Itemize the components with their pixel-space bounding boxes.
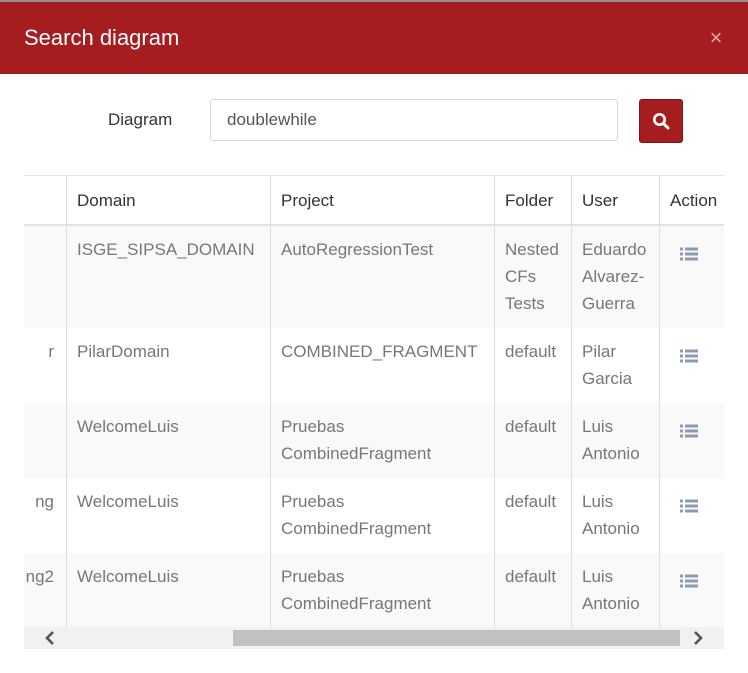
cell-user: Luis Antonio (571, 553, 660, 628)
scrollbar-thumb[interactable] (233, 630, 680, 646)
cell-project: AutoRegressionTest (270, 225, 495, 328)
cell-project: COMBINED_FRAGMENT (270, 328, 495, 403)
cell-domain: WelcomeLuis (66, 553, 271, 628)
column-header-project[interactable]: Project (270, 176, 495, 226)
column-header-user[interactable]: User (571, 176, 660, 226)
cell-domain: PilarDomain (66, 328, 271, 403)
list-icon[interactable] (679, 420, 699, 447)
cell-user: Luis Antonio (571, 478, 660, 553)
modal-header: Search diagram × (0, 2, 748, 74)
search-button[interactable] (639, 99, 683, 143)
cell-action (659, 478, 724, 553)
table-row: r PilarDomain COMBINED_FRAGMENT default … (24, 328, 724, 403)
cell-folder: default (494, 553, 572, 628)
cell-name: ng2 (24, 553, 67, 628)
column-header-domain[interactable]: Domain (66, 176, 271, 226)
cell-project: Pruebas CombinedFragment (270, 478, 495, 553)
list-icon[interactable] (679, 243, 699, 270)
table-row: WelcomeLuis Pruebas CombinedFragment def… (24, 403, 724, 478)
cell-domain: WelcomeLuis (66, 478, 271, 553)
cell-folder: default (494, 403, 572, 478)
cell-domain: ISGE_SIPSA_DOMAIN (66, 225, 271, 328)
cell-folder: Nested CFs Tests (494, 225, 572, 328)
column-header-folder[interactable]: Folder (494, 176, 572, 226)
cell-name (24, 403, 67, 478)
table-row: ISGE_SIPSA_DOMAIN AutoRegressionTest Nes… (24, 225, 724, 328)
cell-domain: WelcomeLuis (66, 403, 271, 478)
results-table-viewport[interactable]: Domain Project Folder User Action ISGE_S… (24, 175, 724, 628)
list-icon[interactable] (679, 495, 699, 522)
close-icon[interactable]: × (704, 26, 728, 50)
cell-user: Pilar Garcia (571, 328, 660, 403)
column-header-action: Action (659, 176, 724, 226)
results-table: Domain Project Folder User Action ISGE_S… (24, 176, 724, 628)
column-header-name[interactable] (24, 176, 67, 226)
cell-name: ng (24, 478, 67, 553)
modal-title: Search diagram (24, 25, 180, 50)
table-row: ng WelcomeLuis Pruebas CombinedFragment … (24, 478, 724, 553)
chevron-left-icon[interactable] (40, 628, 60, 648)
cell-user: Luis Antonio (571, 403, 660, 478)
cell-project: Pruebas CombinedFragment (270, 403, 495, 478)
cell-folder: default (494, 328, 572, 403)
diagram-label: Diagram (108, 110, 173, 129)
chevron-right-icon[interactable] (688, 628, 708, 648)
list-icon[interactable] (679, 345, 699, 372)
cell-project: Pruebas CombinedFragment (270, 553, 495, 628)
cell-folder: default (494, 478, 572, 553)
cell-name (24, 225, 67, 328)
diagram-search-input[interactable] (210, 99, 618, 141)
search-icon (653, 113, 670, 130)
table-row: ng2 WelcomeLuis Pruebas CombinedFragment… (24, 553, 724, 628)
cell-action (659, 403, 724, 478)
cell-user: Eduardo Alvarez-Guerra (571, 225, 660, 328)
cell-action (659, 328, 724, 403)
cell-action (659, 225, 724, 328)
cell-action (659, 553, 724, 628)
cell-name: r (24, 328, 67, 403)
horizontal-scrollbar[interactable] (24, 627, 724, 649)
list-icon[interactable] (679, 570, 699, 597)
